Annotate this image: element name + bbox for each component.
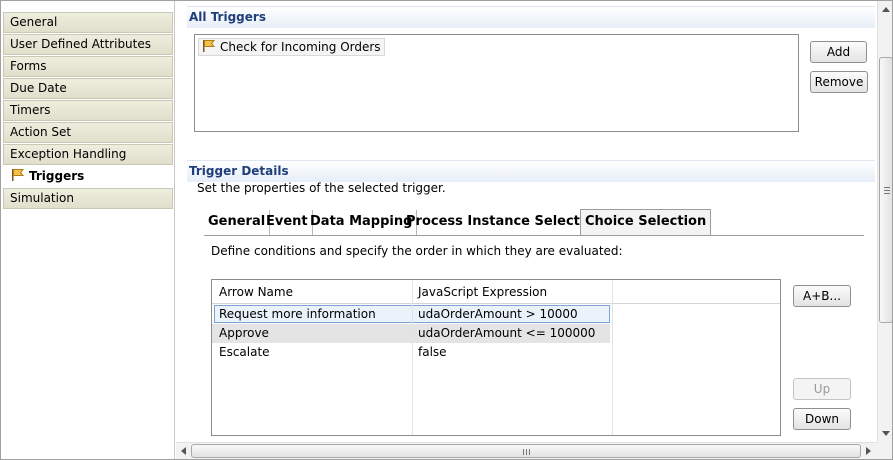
expression-builder-button[interactable]: A+B... — [793, 285, 851, 307]
scroll-down-arrow-icon[interactable] — [882, 431, 890, 436]
sidebar-item-exception-handling[interactable]: Exception Handling — [3, 144, 173, 165]
horizontal-scroll-thumb[interactable] — [191, 444, 861, 458]
grip-line — [526, 449, 527, 455]
choice-description: Define conditions and specify the order … — [211, 244, 623, 258]
scroll-right-arrow-icon[interactable] — [866, 447, 871, 455]
add-button[interactable]: Add — [810, 41, 867, 63]
sidebar-item-label: Exception Handling — [10, 147, 127, 161]
move-down-button[interactable]: Down — [793, 408, 851, 430]
sidebar-item-label: Action Set — [10, 125, 72, 139]
arrow-name-cell[interactable]: Request more information — [219, 307, 376, 321]
properties-content: All Triggers Check for Incoming Orders A… — [176, 1, 878, 442]
sidebar-item-action-set[interactable]: Action Set — [3, 122, 173, 143]
expression-cell[interactable]: udaOrderAmount <= 100000 — [418, 326, 595, 340]
grip-line — [884, 187, 890, 188]
tab-process-instance-selection[interactable]: Process Instance Selection — [402, 210, 608, 236]
trigger-name: Check for Incoming Orders — [220, 40, 381, 54]
vertical-scroll-thumb[interactable] — [879, 57, 892, 323]
sidebar-item-label: Simulation — [10, 191, 74, 205]
trigger-details-description: Set the properties of the selected trigg… — [197, 181, 446, 195]
grip-line — [529, 449, 530, 455]
expression-cell[interactable]: false — [418, 345, 447, 359]
property-tabs-sidebar: General User Defined Attributes Forms Du… — [1, 1, 175, 459]
sidebar-item-label: User Defined Attributes — [10, 37, 152, 51]
sidebar-item-simulation[interactable]: Simulation — [3, 188, 173, 209]
sidebar-item-user-defined-attributes[interactable]: User Defined Attributes — [3, 34, 173, 55]
scroll-left-arrow-icon[interactable] — [181, 447, 186, 455]
sidebar-item-label: General — [10, 15, 58, 29]
sidebar-item-due-date[interactable]: Due Date — [3, 78, 173, 99]
trigger-details-header[interactable]: Trigger Details — [187, 160, 875, 182]
horizontal-scrollbar[interactable] — [176, 442, 877, 459]
vertical-scrollbar[interactable] — [877, 1, 892, 442]
table-header: Arrow Name JavaScript Expression — [212, 280, 780, 304]
trigger-flag-icon — [10, 168, 26, 182]
sidebar-item-label: Timers — [10, 103, 51, 117]
tab-choice-selection[interactable]: Choice Selection — [580, 209, 712, 236]
expression-cell[interactable]: udaOrderAmount > 10000 — [418, 307, 578, 321]
grip-line — [523, 449, 524, 455]
table-row[interactable]: Escalate false — [212, 343, 780, 362]
sidebar-item-triggers[interactable]: Triggers — [3, 166, 173, 187]
scroll-up-arrow-icon[interactable] — [882, 7, 890, 12]
column-divider — [612, 280, 613, 435]
tab-data-mapping[interactable]: Data Mapping — [306, 210, 418, 236]
column-header-javascript-expression[interactable]: JavaScript Expression — [418, 285, 547, 299]
arrow-name-cell[interactable]: Approve — [219, 326, 269, 340]
tab-divider — [204, 235, 864, 236]
sidebar-item-label: Forms — [10, 59, 47, 73]
sidebar-item-general[interactable]: General — [3, 12, 173, 33]
all-triggers-header[interactable]: All Triggers — [187, 6, 875, 28]
properties-window: General User Defined Attributes Forms Du… — [0, 0, 893, 460]
sidebar-item-timers[interactable]: Timers — [3, 100, 173, 121]
sidebar-item-forms[interactable]: Forms — [3, 56, 173, 77]
sidebar-item-label: Due Date — [10, 81, 67, 95]
column-header-arrow-name[interactable]: Arrow Name — [219, 285, 293, 299]
trigger-flag-icon — [201, 39, 217, 53]
list-item[interactable]: Check for Incoming Orders — [198, 38, 385, 56]
table-row[interactable]: Request more information udaOrderAmount … — [212, 305, 780, 324]
column-divider — [412, 280, 413, 435]
move-up-button[interactable]: Up — [793, 378, 851, 400]
tab-general[interactable]: General — [204, 210, 271, 236]
scrollbar-corner — [877, 442, 892, 459]
table-row[interactable]: Approve udaOrderAmount <= 100000 — [212, 324, 610, 343]
triggers-list[interactable]: Check for Incoming Orders — [194, 34, 799, 132]
remove-button[interactable]: Remove — [810, 71, 868, 93]
sidebar-item-label: Triggers — [29, 169, 85, 183]
arrow-name-cell[interactable]: Escalate — [219, 345, 270, 359]
grip-line — [884, 190, 890, 191]
choice-table[interactable]: Arrow Name JavaScript Expression Request… — [211, 279, 781, 436]
grip-line — [884, 193, 890, 194]
